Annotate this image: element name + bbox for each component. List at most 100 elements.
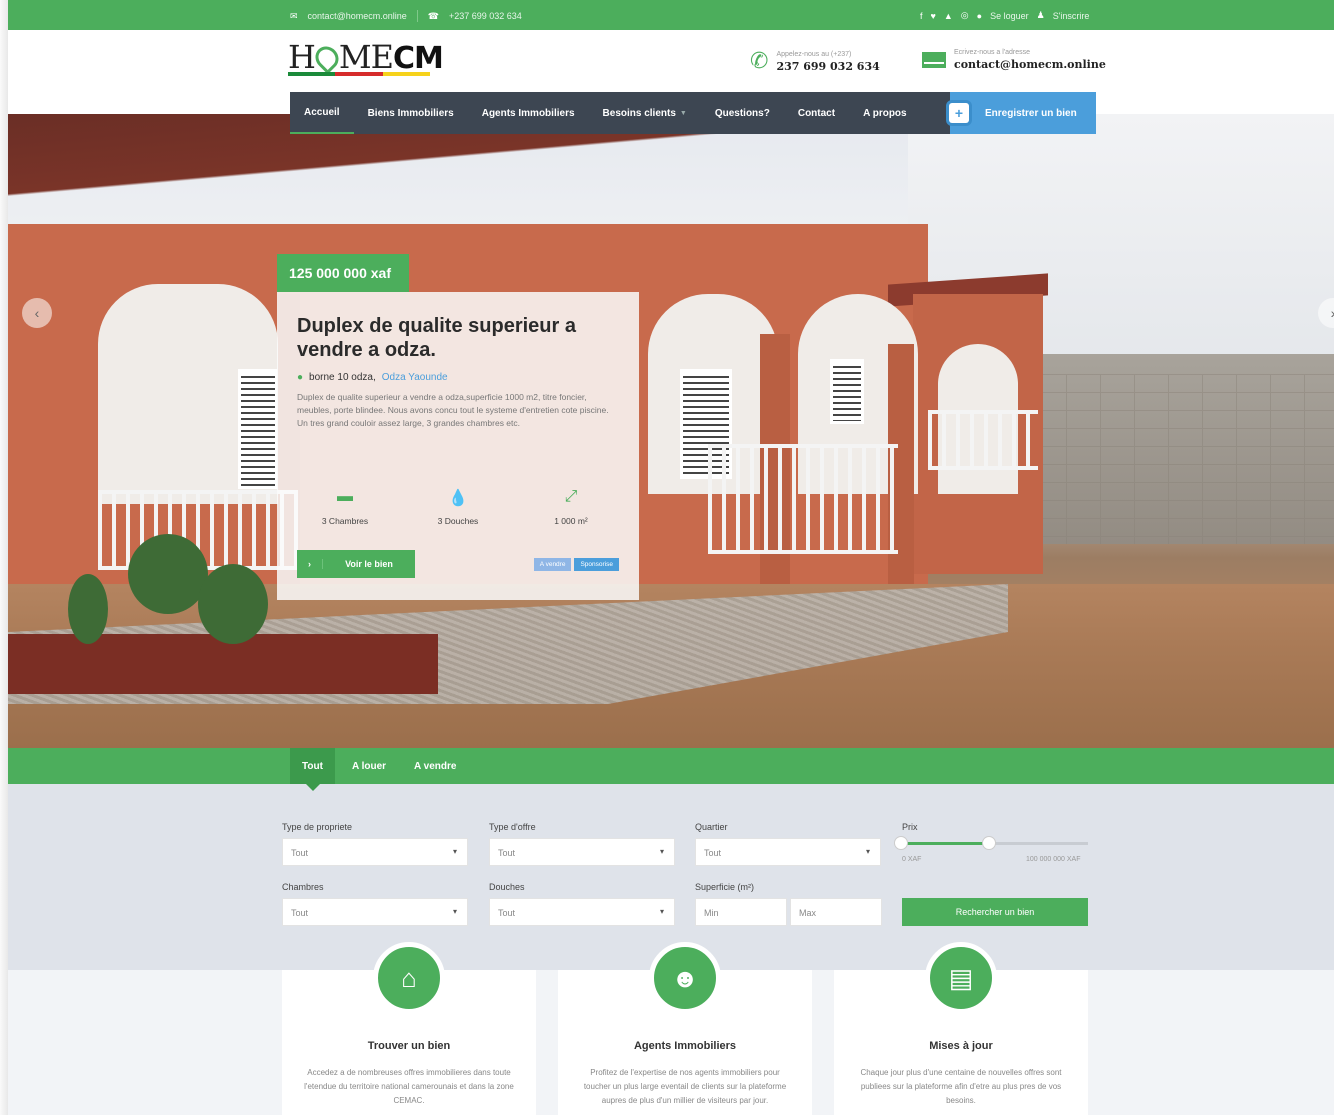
register-link[interactable]: S'inscrire bbox=[1053, 11, 1090, 21]
property-type-select[interactable]: Tout ▾ bbox=[282, 838, 468, 866]
rooms-value: Tout bbox=[291, 908, 309, 918]
top-bar-actions: f ♥ ▲ ◎ ● Se loguer ♟ S'inscrire bbox=[920, 10, 1089, 21]
property-type-label: Type de propriete bbox=[282, 822, 353, 832]
property-city[interactable]: Odza Yaounde bbox=[382, 372, 448, 383]
page: ✉ contact@homecm.online ☎ +237 699 032 6… bbox=[8, 0, 1334, 1115]
add-property-button[interactable]: + Enregistrer un bien bbox=[949, 92, 1096, 134]
top-email[interactable]: contact@homecm.online bbox=[308, 11, 407, 21]
rooms-label: Chambres bbox=[282, 882, 324, 892]
nav-apropos[interactable]: A propos bbox=[849, 92, 921, 134]
slider-prev-button[interactable]: ‹ bbox=[22, 298, 52, 328]
area-min-input[interactable]: Min bbox=[695, 898, 787, 926]
district-label: Quartier bbox=[695, 822, 728, 832]
phone-label: Appelez-nous au (+237) bbox=[776, 50, 852, 58]
property-title[interactable]: Duplex de qualite superieur a vendre a o… bbox=[297, 314, 617, 362]
arrow-right-icon: › bbox=[297, 559, 323, 569]
hero-plant bbox=[68, 574, 108, 644]
feature-title: Mises à jour bbox=[929, 1040, 993, 1052]
chevron-down-icon: ▾ bbox=[452, 847, 457, 856]
hero-slider bbox=[8, 114, 1334, 748]
tab-a-louer[interactable]: A louer bbox=[352, 748, 386, 784]
drop-icon: 💧 bbox=[448, 490, 468, 507]
top-bar: ✉ contact@homecm.online ☎ +237 699 032 6… bbox=[8, 0, 1334, 30]
facebook-icon[interactable]: f bbox=[920, 11, 923, 21]
plus-icon: + bbox=[949, 103, 969, 123]
feature-title: Agents Immobiliers bbox=[633, 1040, 737, 1052]
add-property-label: Enregistrer un bien bbox=[985, 107, 1077, 119]
nav-besoins-label: Besoins clients bbox=[602, 107, 676, 119]
hero-wall-bricks bbox=[998, 374, 1334, 544]
district-value: Tout bbox=[704, 848, 722, 858]
logo-letters-me: ME bbox=[338, 38, 394, 76]
login-link[interactable]: Se loguer bbox=[990, 11, 1029, 21]
hero-flowerbed bbox=[8, 634, 438, 694]
showers-value: Tout bbox=[498, 908, 516, 918]
phone-value[interactable]: 237 699 032 634 bbox=[776, 60, 879, 73]
tab-a-vendre[interactable]: A vendre bbox=[414, 748, 456, 784]
top-phone[interactable]: +237 699 032 634 bbox=[449, 11, 522, 21]
twitter-icon[interactable]: ♥ bbox=[931, 11, 936, 21]
offer-type-select[interactable]: Tout ▾ bbox=[489, 838, 675, 866]
nav-besoins[interactable]: Besoins clients ▼ bbox=[589, 92, 701, 134]
tab-tout[interactable]: Tout bbox=[290, 748, 335, 784]
hero-railing bbox=[708, 444, 898, 554]
nav-biens[interactable]: Biens Immobiliers bbox=[354, 92, 468, 134]
nav-contact[interactable]: Contact bbox=[784, 92, 849, 134]
area-min-placeholder: Min bbox=[704, 908, 719, 918]
phone-icon: ✆ bbox=[750, 48, 769, 73]
rooms-select[interactable]: Tout ▾ bbox=[282, 898, 468, 926]
hero-railing bbox=[928, 410, 1038, 470]
feature-text: Chaque jour plus d'une centaine de nouve… bbox=[860, 1068, 1062, 1105]
chevron-down-icon: ▼ bbox=[679, 109, 687, 117]
users-icon: ☻ bbox=[649, 942, 721, 1014]
android-icon[interactable]: ▲ bbox=[944, 11, 953, 21]
tab-pointer bbox=[306, 784, 320, 791]
feature-label: 1 000 m² bbox=[554, 516, 588, 526]
feature-area: ⤢ 1 000 m² bbox=[523, 488, 619, 526]
email-value[interactable]: contact@homecm.online bbox=[954, 58, 1106, 71]
logo-letter-h: H bbox=[288, 38, 316, 76]
main-nav: Accueil Biens Immobiliers Agents Immobil… bbox=[290, 92, 950, 134]
logo-letters-cm: CM bbox=[393, 41, 444, 76]
nav-accueil[interactable]: Accueil bbox=[290, 92, 354, 134]
expand-icon: ⤢ bbox=[564, 488, 578, 505]
badge-sponsored: Sponsorise bbox=[574, 558, 619, 571]
document-icon: ▤ bbox=[925, 942, 997, 1014]
user-icon: ♟ bbox=[1036, 10, 1045, 20]
offer-type-label: Type d'offre bbox=[489, 822, 536, 832]
nav-agents[interactable]: Agents Immobiliers bbox=[468, 92, 589, 134]
area-max-input[interactable]: Max bbox=[790, 898, 882, 926]
feature-bedrooms: ▬ 3 Chambres bbox=[297, 488, 393, 526]
hero-plant bbox=[198, 564, 268, 644]
top-bar-contacts: ✉ contact@homecm.online ☎ +237 699 032 6… bbox=[290, 10, 522, 22]
view-property-button[interactable]: › Voir le bien bbox=[297, 550, 415, 578]
price-label: Prix bbox=[902, 822, 918, 832]
search-button[interactable]: Rechercher un bien bbox=[902, 898, 1088, 926]
price-slider-max-handle[interactable] bbox=[982, 836, 996, 850]
property-description: Duplex de qualite superieur a vendre a o… bbox=[297, 392, 609, 428]
nav-questions[interactable]: Questions? bbox=[701, 92, 784, 134]
chevron-down-icon: ▾ bbox=[865, 847, 870, 856]
chevron-down-icon: ▾ bbox=[452, 907, 457, 916]
offer-type-value: Tout bbox=[498, 848, 516, 858]
chevron-down-icon: ▾ bbox=[659, 847, 664, 856]
mail-icon bbox=[922, 51, 946, 68]
property-type-value: Tout bbox=[291, 848, 309, 858]
property-features: ▬ 3 Chambres 💧 3 Douches ⤢ 1 000 m² bbox=[297, 488, 619, 526]
hero-window bbox=[238, 369, 278, 489]
feature-text: Profitez de l'expertise de nos agents im… bbox=[583, 1068, 787, 1105]
hero-roof bbox=[8, 114, 958, 264]
view-property-label: Voir le bien bbox=[345, 559, 393, 569]
property-badges: A vendre Sponsorise bbox=[533, 558, 619, 571]
price-slider-min-handle[interactable] bbox=[894, 836, 908, 850]
showers-select[interactable]: Tout ▾ bbox=[489, 898, 675, 926]
bed-icon: ▬ bbox=[337, 488, 353, 505]
header-phone: ✆ Appelez-nous au (+237) 237 699 032 634 bbox=[750, 48, 880, 74]
feature-text: Accedez a de nombreuses offres immobilie… bbox=[304, 1068, 514, 1105]
lock-icon: ● bbox=[976, 10, 983, 21]
district-select[interactable]: Tout ▾ bbox=[695, 838, 881, 866]
globe-icon[interactable]: ◎ bbox=[961, 10, 969, 21]
location-pin-icon: ● bbox=[297, 372, 304, 383]
envelope-icon: ✉ bbox=[290, 10, 298, 21]
home-icon: ⌂ bbox=[373, 942, 445, 1014]
